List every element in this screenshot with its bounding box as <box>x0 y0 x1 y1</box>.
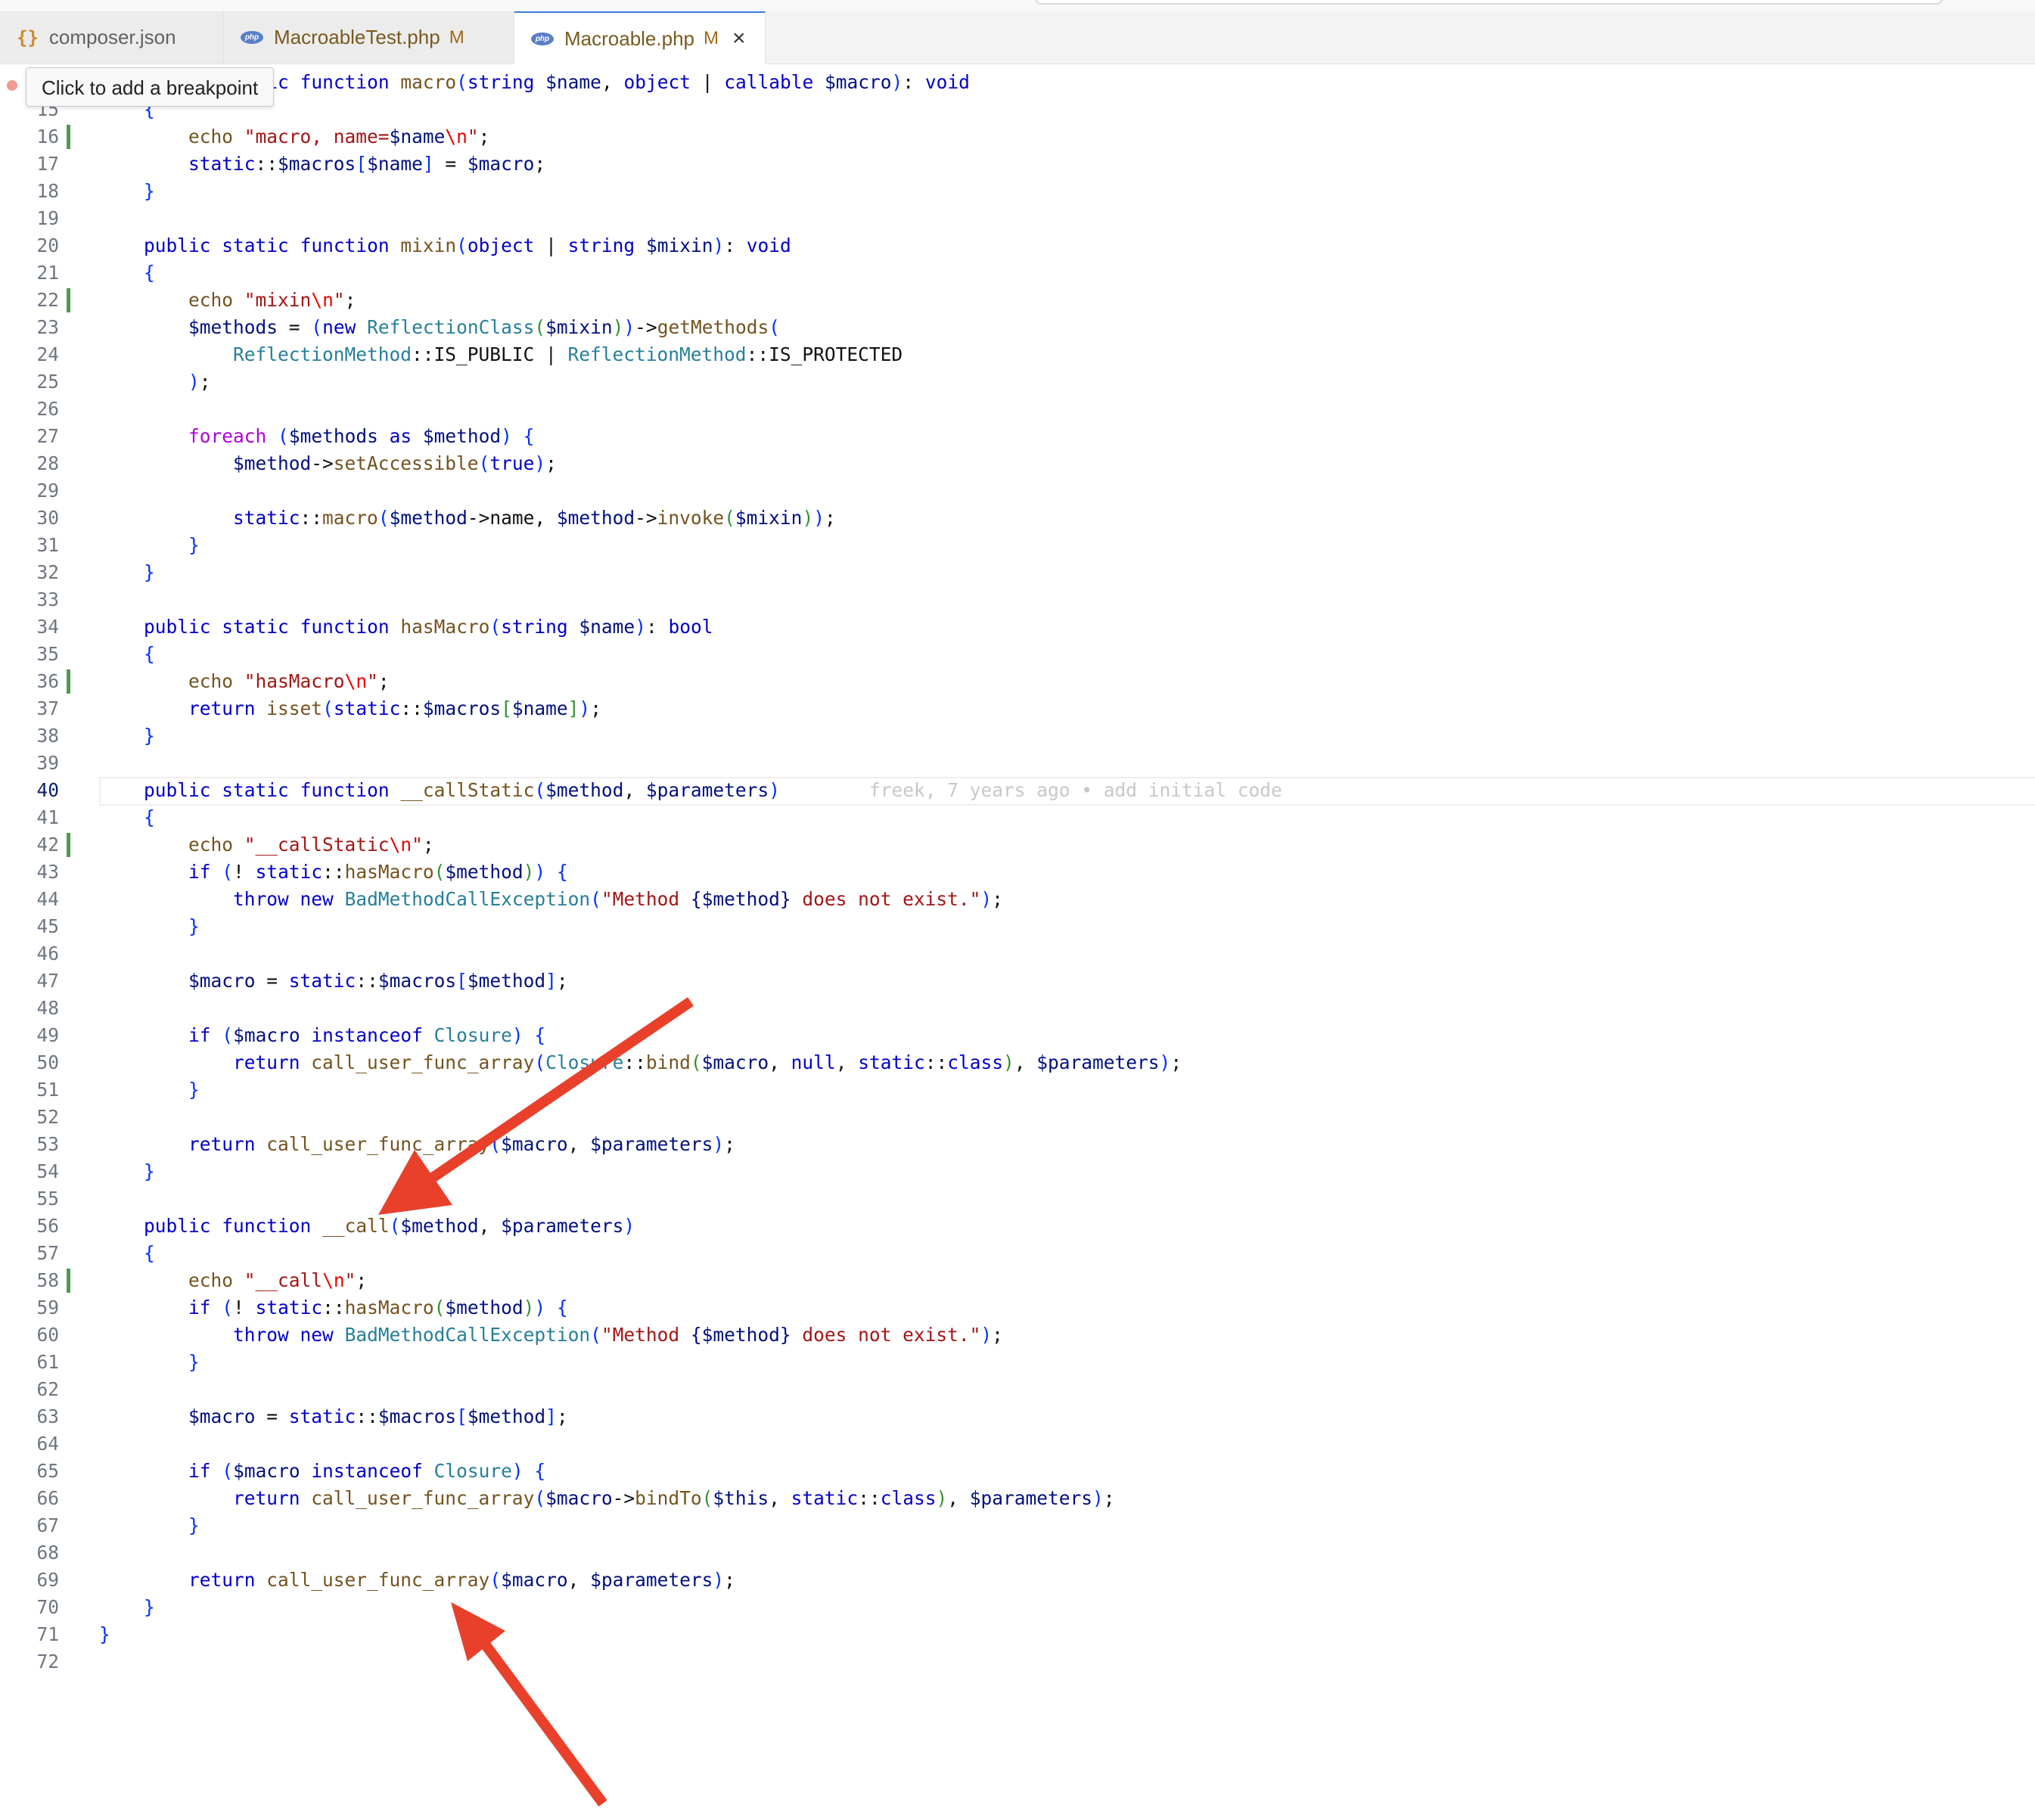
arrow-upper <box>378 997 694 1215</box>
arrow-lower <box>451 1602 607 1807</box>
annotation-arrows <box>378 997 694 1807</box>
